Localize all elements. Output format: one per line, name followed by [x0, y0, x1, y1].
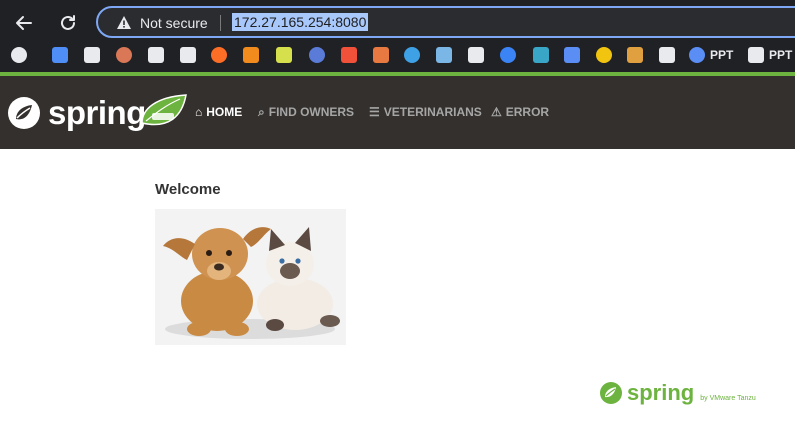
bookmark-item[interactable]: [116, 43, 132, 67]
bookmark-item[interactable]: [180, 43, 196, 67]
petclinic-leaf-icon: [141, 94, 187, 126]
bookmark-item[interactable]: PPT: [748, 43, 792, 67]
claude-icon: [116, 47, 132, 63]
bookmark-item[interactable]: [373, 43, 389, 67]
spring-leaf-icon: [8, 97, 40, 129]
bookmark-item[interactable]: [627, 43, 643, 67]
bookmark-item[interactable]: [243, 43, 259, 67]
footer-by-text: by VMware Tanzu: [700, 394, 756, 402]
menu-item-label: FIND OWNERS: [268, 105, 355, 119]
url-text[interactable]: 172.27.165.254:8080: [232, 13, 369, 31]
c-app-icon: [276, 47, 292, 63]
swift-icon: [341, 47, 357, 63]
reload-button[interactable]: [54, 9, 82, 37]
sparkle-app-icon: [309, 47, 325, 63]
warning-icon: [117, 16, 131, 29]
bookmark-item[interactable]: [148, 43, 164, 67]
grid-app-icon: [373, 47, 389, 63]
bookmark-item[interactable]: [211, 43, 227, 67]
menu-item-home[interactable]: ⌂ HOME: [195, 104, 242, 120]
menu-item-label: VETERINARIANS: [383, 105, 482, 119]
not-secure-label[interactable]: Not secure: [140, 15, 208, 31]
reload-icon: [61, 15, 75, 30]
footer-brand: spring: [627, 380, 695, 405]
search-icon: ⌕: [258, 104, 265, 119]
bookmark-item[interactable]: [404, 43, 420, 67]
bookmark-item[interactable]: [659, 43, 675, 67]
bookmark-item[interactable]: PPT: [689, 43, 733, 67]
bookmark-item[interactable]: [533, 43, 549, 67]
eye-icon: [533, 47, 549, 63]
app-navbar: spring ⌂ HOME ⌕ FIND OWNERS ☰ VETERINARIANS ⚠ E…: [0, 76, 795, 149]
bookmark-item[interactable]: [84, 43, 100, 67]
address-divider: [220, 15, 221, 31]
menu-item-label: HOME: [206, 105, 243, 119]
spring-leaf-icon: [600, 382, 622, 404]
bookmark-item[interactable]: [52, 43, 68, 67]
warning-icon: ⚠: [491, 105, 502, 119]
bookmark-label: PPT: [710, 48, 734, 62]
footer-spring-logo[interactable]: spring by VMware Tanzu: [599, 380, 756, 406]
bookmark-item[interactable]: [468, 43, 484, 67]
flask-icon: [564, 47, 580, 63]
ppt-circle-icon: [689, 47, 705, 63]
bookmark-item[interactable]: [11, 43, 27, 67]
chart-app-icon: [436, 47, 452, 63]
bookmark-item[interactable]: [276, 43, 292, 67]
menu-item-find-owners[interactable]: ⌕ FIND OWNERS: [258, 104, 354, 120]
candle-icon: [627, 47, 643, 63]
bookmark-item[interactable]: [564, 43, 580, 67]
spring-logo[interactable]: spring: [6, 94, 146, 132]
bookmark-item[interactable]: [341, 43, 357, 67]
circle-app-icon: [404, 47, 420, 63]
home-icon: ⌂: [195, 105, 203, 119]
gemini-icon: [52, 47, 68, 63]
monitor-app-icon: [659, 47, 675, 63]
bookmark-item[interactable]: [309, 43, 325, 67]
perplexity-icon: [148, 47, 164, 63]
welcome-heading: Welcome: [155, 181, 221, 198]
back-button[interactable]: [10, 9, 38, 37]
browser-toolbar: Not secure 172.27.165.254:8080 PPT PPT: [0, 0, 795, 72]
hex-icon: [243, 47, 259, 63]
tune-icon: [500, 47, 516, 63]
github-icon: [180, 47, 196, 63]
address-bar[interactable]: Not secure 172.27.165.254:8080: [96, 6, 795, 38]
bookmark-item[interactable]: [500, 43, 516, 67]
menu-item-label: ERROR: [505, 105, 550, 119]
menu-item-veterinarians[interactable]: ☰ VETERINARIANS: [369, 104, 482, 120]
logo-text: spring: [48, 94, 146, 131]
menu-item-error[interactable]: ⚠ ERROR: [491, 104, 549, 120]
pets-image: [155, 209, 346, 345]
bookmark-item[interactable]: [436, 43, 452, 67]
face-icon: [596, 47, 612, 63]
podcast-icon: [468, 47, 484, 63]
g-icon: [748, 47, 764, 63]
gitlab-icon: [211, 47, 227, 63]
back-arrow-icon: [16, 16, 32, 30]
bookmark-item[interactable]: [596, 43, 612, 67]
tab-search-icon: [11, 47, 27, 63]
bookmark-label: PPT: [769, 48, 793, 62]
openai-icon: [84, 47, 100, 63]
list-icon: ☰: [369, 105, 380, 119]
